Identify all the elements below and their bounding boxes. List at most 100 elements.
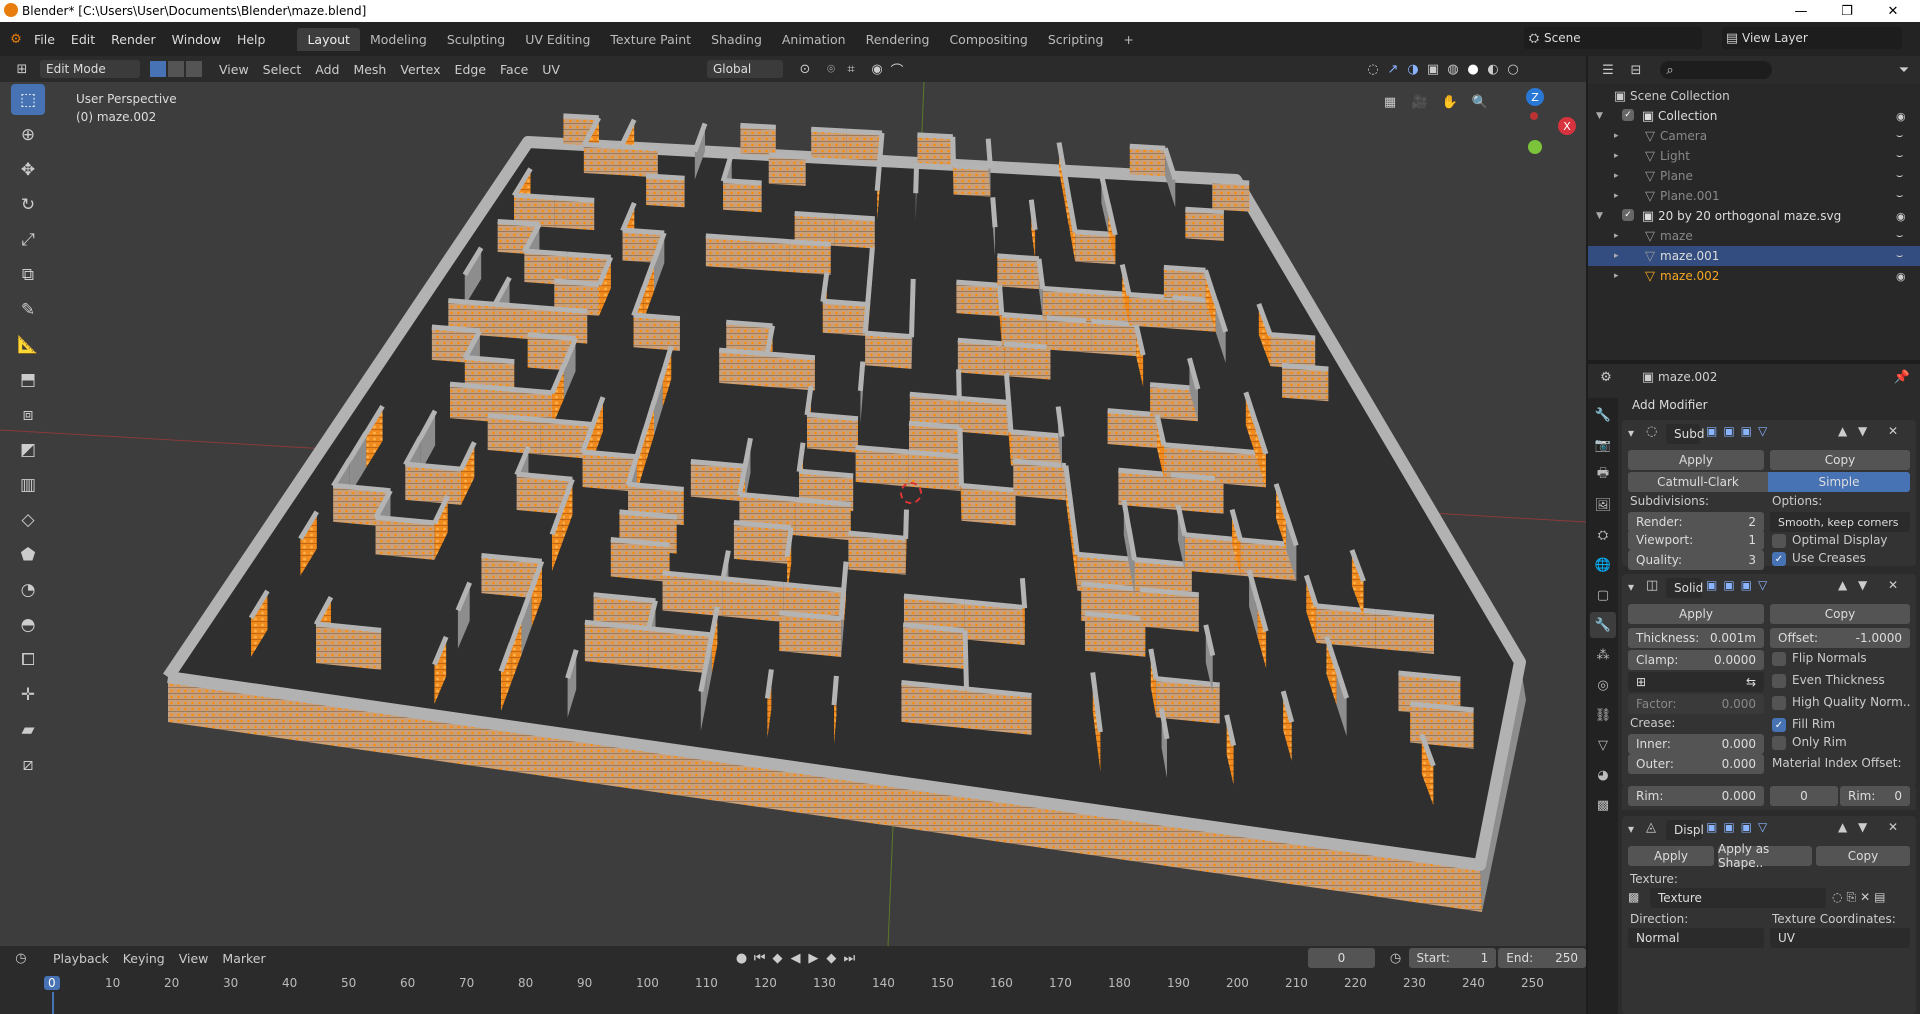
- only-rim-checkbox[interactable]: [1772, 736, 1786, 750]
- solid-move-up-icon[interactable]: ▲: [1838, 578, 1847, 592]
- inner-field[interactable]: Inner: 0.000: [1628, 734, 1764, 754]
- quality-field[interactable]: Quality: 3: [1628, 550, 1764, 570]
- use-creases-checkbox[interactable]: ✓: [1772, 552, 1786, 566]
- zoom-view-icon[interactable]: 🔍: [1470, 92, 1490, 112]
- edge-slide-tool-icon[interactable]: ⧠: [11, 644, 45, 675]
- texture-tab-icon[interactable]: ▩: [1590, 792, 1616, 818]
- displ-remove-icon[interactable]: ✕: [1888, 820, 1898, 834]
- menu-edit[interactable]: Edit: [63, 32, 103, 47]
- displ-move-down-icon[interactable]: ▼: [1858, 820, 1867, 834]
- expand-arrow-icon[interactable]: ▸: [1614, 151, 1619, 161]
- falloff-icon[interactable]: ⌒: [887, 59, 907, 79]
- outliner-row[interactable]: ▸ ▽ Plane ⌣: [1588, 166, 1920, 186]
- header-edge[interactable]: Edge: [448, 62, 493, 77]
- output-tab-icon[interactable]: 🖶: [1590, 462, 1616, 488]
- outliner-row[interactable]: ▼ ✓ ▣ Collection ◉: [1588, 106, 1920, 126]
- poly-build-tool-icon[interactable]: ⬟: [11, 539, 45, 570]
- shrink-fatten-tool-icon[interactable]: ✛: [11, 679, 45, 710]
- pivot-icon[interactable]: ⊙: [795, 59, 815, 79]
- menu-window[interactable]: Window: [164, 32, 229, 47]
- vertex-group-field[interactable]: ⊞ ⇆: [1628, 672, 1764, 692]
- displ-visibility-icons[interactable]: ▣▣▣▽: [1706, 820, 1836, 834]
- tab-layout[interactable]: Layout: [297, 27, 360, 51]
- solid-copy-button[interactable]: Copy: [1770, 604, 1910, 624]
- expand-arrow-icon[interactable]: ▸: [1614, 191, 1619, 201]
- editor-type-icon[interactable]: ⊞: [12, 59, 32, 79]
- texture-actions-icons[interactable]: ◌⎘✕▤: [1832, 890, 1889, 905]
- properties-editor-icon[interactable]: ⚙: [1596, 367, 1616, 387]
- move-tool-icon[interactable]: ✥: [11, 154, 45, 185]
- tab-shading[interactable]: Shading: [701, 28, 772, 51]
- vertex-group-invert-icon[interactable]: ⇆: [1746, 675, 1756, 689]
- maximize-button[interactable]: ❐: [1824, 0, 1870, 22]
- shear-tool-icon[interactable]: ▰: [11, 714, 45, 745]
- texture-field[interactable]: Texture: [1650, 888, 1826, 908]
- 3d-cursor[interactable]: [900, 482, 922, 504]
- minimize-button[interactable]: —: [1778, 0, 1824, 22]
- tab-texture-paint[interactable]: Texture Paint: [600, 28, 701, 51]
- rendered-shading-icon[interactable]: ○: [1503, 59, 1523, 79]
- data-tab-icon[interactable]: ▽: [1590, 732, 1616, 758]
- solid-apply-button[interactable]: Apply: [1628, 604, 1764, 624]
- extrude-tool-icon[interactable]: ⬒: [11, 364, 45, 395]
- visibility-eye-icon[interactable]: ⌣: [1896, 189, 1903, 203]
- outliner-row[interactable]: ▸ ▽ Light ⌣: [1588, 146, 1920, 166]
- displ-apply-button[interactable]: Apply: [1628, 846, 1714, 866]
- collapse-displ-icon[interactable]: ▾: [1628, 822, 1634, 836]
- snap-icon[interactable]: ⌾: [821, 59, 841, 79]
- simple-button[interactable]: Simple: [1768, 472, 1910, 492]
- header-mesh[interactable]: Mesh: [346, 62, 393, 77]
- expand-arrow-icon[interactable]: ▸: [1614, 171, 1619, 181]
- visibility-eye-icon[interactable]: ⌣: [1896, 169, 1903, 183]
- collapse-subd-icon[interactable]: ▾: [1628, 426, 1634, 440]
- scene-tab-icon[interactable]: ⛭: [1590, 522, 1616, 548]
- proportional-edit-icon[interactable]: ◉: [867, 59, 887, 79]
- menu-help[interactable]: Help: [229, 32, 274, 47]
- outliner-row[interactable]: ▸ ▽ Camera ⌣: [1588, 126, 1920, 146]
- offset-field[interactable]: Offset: -1.0000: [1770, 628, 1910, 648]
- cursor-tool-icon[interactable]: ⊕: [11, 119, 45, 150]
- object-tab-icon[interactable]: ▢: [1590, 582, 1616, 608]
- z-axis-button[interactable]: Z: [1526, 88, 1544, 106]
- rip-region-tool-icon[interactable]: ⧄: [11, 749, 45, 780]
- visibility-eye-icon[interactable]: ◉: [1896, 210, 1906, 223]
- material-shading-icon[interactable]: ◐: [1483, 59, 1503, 79]
- outliner-scene-collection[interactable]: ▣ Scene Collection: [1588, 86, 1920, 106]
- gizmo-toggle-icon[interactable]: ↗: [1383, 59, 1403, 79]
- header-add[interactable]: Add: [308, 62, 346, 77]
- viewport-levels-field[interactable]: Viewport: 1: [1628, 530, 1764, 550]
- outliner-row[interactable]: ▸ ▽ maze.001 ⌣: [1588, 246, 1920, 266]
- texture-coordinates-dropdown[interactable]: UV: [1770, 928, 1910, 948]
- tab-uv-editing[interactable]: UV Editing: [515, 28, 600, 51]
- visibility-eye-icon[interactable]: ⌣: [1896, 149, 1903, 163]
- header-face[interactable]: Face: [493, 62, 535, 77]
- solid-move-down-icon[interactable]: ▼: [1858, 578, 1867, 592]
- snap-target-icon[interactable]: ⌗: [841, 59, 861, 79]
- xray-icon[interactable]: ▣: [1423, 59, 1443, 79]
- visibility-eye-icon[interactable]: ⌣: [1896, 249, 1903, 263]
- visibility-eye-icon[interactable]: ◉: [1896, 110, 1906, 123]
- rotate-tool-icon[interactable]: ↻: [11, 189, 45, 220]
- subd-apply-button[interactable]: Apply: [1628, 450, 1764, 470]
- tab-rendering[interactable]: Rendering: [856, 28, 940, 51]
- knife-tool-icon[interactable]: ◇: [11, 504, 45, 535]
- playhead[interactable]: [52, 992, 54, 1014]
- solid-remove-icon[interactable]: ✕: [1888, 578, 1898, 592]
- clamp-field[interactable]: Clamp: 0.0000: [1628, 650, 1764, 670]
- tab-modeling[interactable]: Modeling: [360, 28, 437, 51]
- close-window-button[interactable]: ✕: [1870, 0, 1916, 22]
- expand-arrow-icon[interactable]: ▸: [1614, 231, 1619, 241]
- selectability-icon[interactable]: ◌: [1363, 59, 1383, 79]
- loop-cut-tool-icon[interactable]: ▥: [11, 469, 45, 500]
- add-workspace-button[interactable]: +: [1113, 28, 1143, 51]
- navigation-gizmo[interactable]: ▦ 🎥 ✋ 🔍 Z X: [1380, 88, 1576, 178]
- even-thickness-checkbox[interactable]: [1772, 674, 1786, 688]
- tab-scripting[interactable]: Scripting: [1038, 28, 1114, 51]
- subd-move-up-icon[interactable]: ▲: [1838, 424, 1847, 438]
- subd-copy-button[interactable]: Copy: [1770, 450, 1910, 470]
- tab-compositing[interactable]: Compositing: [939, 28, 1037, 51]
- material-rim-field[interactable]: Rim: 0: [1840, 786, 1910, 806]
- vertex-select-icon[interactable]: [150, 61, 166, 77]
- displ-name-field[interactable]: Displ: [1666, 820, 1704, 840]
- spin-tool-icon[interactable]: ◔: [11, 574, 45, 605]
